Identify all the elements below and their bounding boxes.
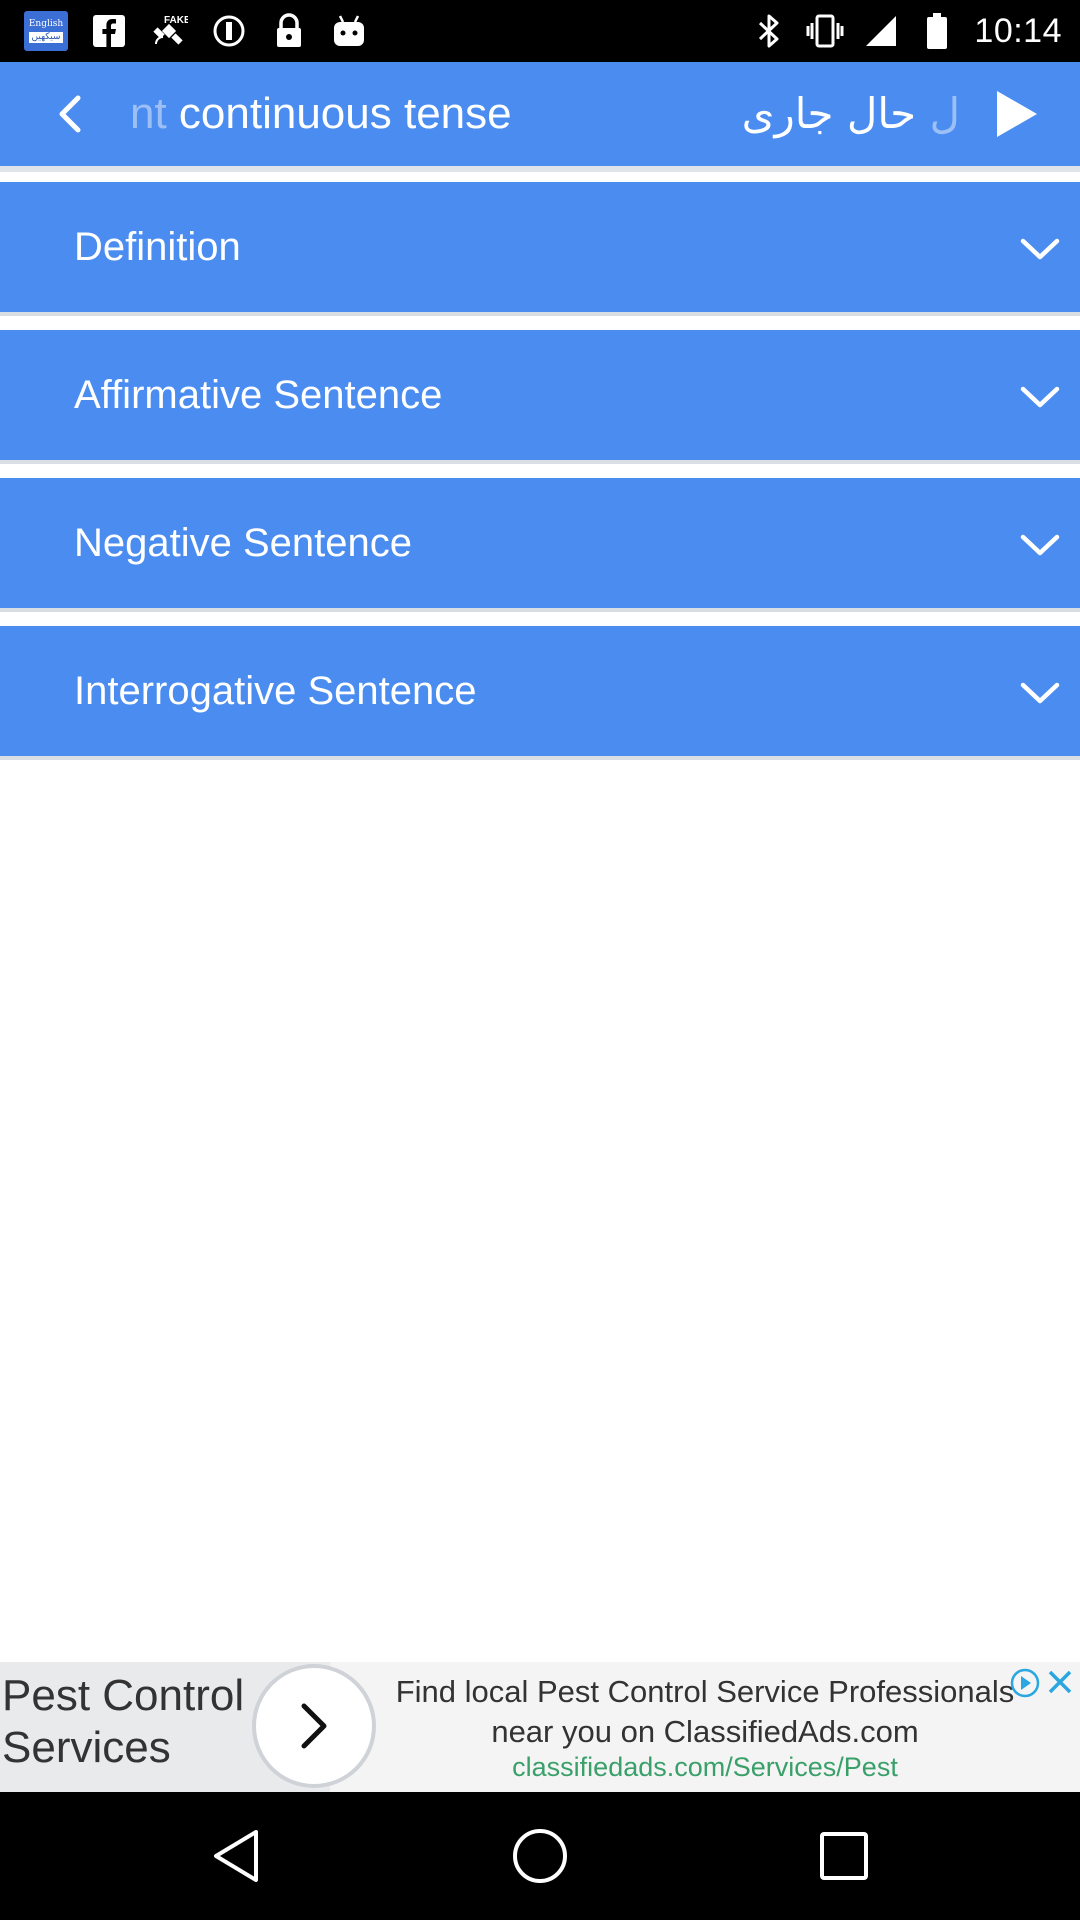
title-en-faded: nt	[130, 89, 167, 138]
lock-icon	[270, 12, 308, 50]
app-badge-line2: سیکھیں	[28, 32, 64, 43]
fake-gps-icon: FAKE	[150, 12, 188, 50]
chevron-down-icon	[1018, 523, 1062, 567]
chevron-down-icon	[1018, 227, 1062, 271]
chevron-left-icon	[59, 95, 81, 133]
signal-icon	[862, 12, 900, 50]
app-notification-icon: English سیکھیں	[24, 11, 68, 51]
status-time: 10:14	[974, 11, 1062, 50]
section-label: Negative Sentence	[74, 521, 413, 565]
svg-text:FAKE: FAKE	[164, 15, 188, 26]
section-label: Affirmative Sentence	[74, 373, 443, 417]
ad-url[interactable]: classifiedads.com/Services/Pest	[380, 1752, 1030, 1783]
bluetooth-icon	[750, 12, 788, 50]
section-affirmative-sentence[interactable]: Affirmative Sentence	[0, 330, 1080, 464]
app-screen: English سیکھیں FAKE 10:14 nt continuous …	[0, 0, 1080, 1920]
ad-choices-icon[interactable]	[1008, 1666, 1042, 1700]
android-icon	[330, 12, 368, 50]
section-label: Interrogative Sentence	[74, 669, 477, 713]
nav-home-button[interactable]	[500, 1816, 580, 1896]
app-badge-line1: English	[28, 19, 64, 29]
chevron-down-icon	[1018, 375, 1062, 419]
chevron-down-icon	[1018, 671, 1062, 715]
page-title-urdu: ل حال جاری	[730, 84, 960, 144]
title-ur-text: حال جاری	[741, 89, 930, 138]
header-bar: nt continuous tense ل حال جاری	[0, 62, 1080, 166]
status-right-icons: 10:14	[750, 10, 1062, 52]
back-triangle-icon	[214, 1830, 258, 1882]
section-negative-sentence[interactable]: Negative Sentence	[0, 478, 1080, 612]
nav-back-button[interactable]	[196, 1816, 276, 1896]
header-divider	[0, 166, 1080, 172]
play-button[interactable]	[988, 86, 1044, 142]
section-interrogative-sentence[interactable]: Interrogative Sentence	[0, 626, 1080, 760]
section-definition[interactable]: Definition	[0, 182, 1080, 316]
facebook-icon	[90, 12, 128, 50]
title-ur-faded: ل	[929, 89, 960, 138]
ad-open-button[interactable]	[256, 1668, 372, 1784]
recents-square-icon	[820, 1832, 868, 1880]
ad-description: Find local Pest Control Service Professi…	[395, 1674, 1015, 1749]
vibrate-icon	[806, 12, 844, 50]
page-title-english: nt continuous tense	[130, 84, 610, 144]
title-en-text: continuous tense	[166, 89, 512, 138]
section-label: Definition	[74, 225, 241, 269]
back-button[interactable]	[40, 84, 100, 144]
battery-icon	[918, 12, 956, 50]
ad-banner[interactable]: Pest Control Services Find local Pest Co…	[0, 1662, 1080, 1792]
status-bar: English سیکھیں FAKE 10:14	[0, 0, 1080, 62]
sync-icon	[210, 12, 248, 50]
chevron-right-icon	[301, 1703, 327, 1749]
play-icon	[997, 91, 1037, 137]
home-circle-icon	[513, 1829, 567, 1883]
nav-recents-button[interactable]	[804, 1816, 884, 1896]
status-left-icons: English سیکھیں FAKE	[24, 10, 368, 52]
system-nav-bar	[0, 1792, 1080, 1920]
ad-close-icon[interactable]	[1042, 1664, 1078, 1700]
